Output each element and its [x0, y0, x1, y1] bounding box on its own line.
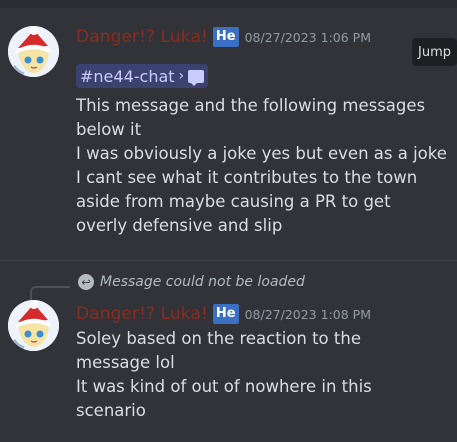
message-line: aside from maybe causing a PR to get — [76, 192, 391, 211]
message-content: This message and the following messages … — [76, 94, 447, 238]
chevron-right-icon: › — [178, 68, 185, 84]
message[interactable]: Danger!? Luka! He 08/27/2023 1:06 PM Jum… — [0, 14, 457, 260]
channel-mention[interactable]: #ne44-chat › — [76, 64, 209, 88]
message-line: message lol — [76, 353, 175, 372]
reply-arrow-icon: ↩ — [78, 274, 94, 290]
avatar[interactable] — [8, 26, 59, 77]
avatar-image — [8, 26, 59, 77]
message-line: I cant see what it contributes to the to… — [76, 168, 418, 187]
message-line: I was obviously a joke yes but even as a… — [76, 144, 447, 163]
thread-icon — [188, 69, 205, 86]
channel-name: #ne44-chat — [80, 66, 175, 86]
pronoun-badge: He — [212, 304, 239, 324]
message-divider — [0, 260, 457, 261]
top-border — [0, 0, 457, 8]
message-line: It was kind of out of nowhere in this — [76, 377, 372, 396]
avatar[interactable] — [8, 300, 59, 351]
avatar-image — [8, 300, 59, 351]
jump-button[interactable]: Jump — [412, 38, 457, 66]
message[interactable]: ↩ Message could not be loaded Danger!? L… — [0, 266, 457, 442]
message-line: scenario — [76, 401, 146, 420]
message-line: Soley based on the reaction to the — [76, 329, 361, 348]
message-header: Danger!? Luka! He 08/27/2023 1:08 PM — [76, 303, 371, 325]
reply-reference[interactable]: ↩ Message could not be loaded — [78, 274, 305, 290]
message-line: below it — [76, 120, 142, 139]
message-header: Danger!? Luka! He 08/27/2023 1:06 PM — [76, 26, 371, 48]
message-line: overly defensive and slip — [76, 216, 283, 235]
reply-text: Message could not be loaded — [100, 274, 305, 290]
username[interactable]: Danger!? Luka! — [76, 304, 208, 324]
username[interactable]: Danger!? Luka! — [76, 27, 208, 47]
timestamp[interactable]: 08/27/2023 1:08 PM — [245, 307, 371, 322]
timestamp[interactable]: 08/27/2023 1:06 PM — [245, 30, 371, 45]
pronoun-badge: He — [212, 27, 239, 47]
message-line: This message and the following messages — [76, 96, 426, 115]
message-content: Soley based on the reaction to the messa… — [76, 327, 447, 423]
